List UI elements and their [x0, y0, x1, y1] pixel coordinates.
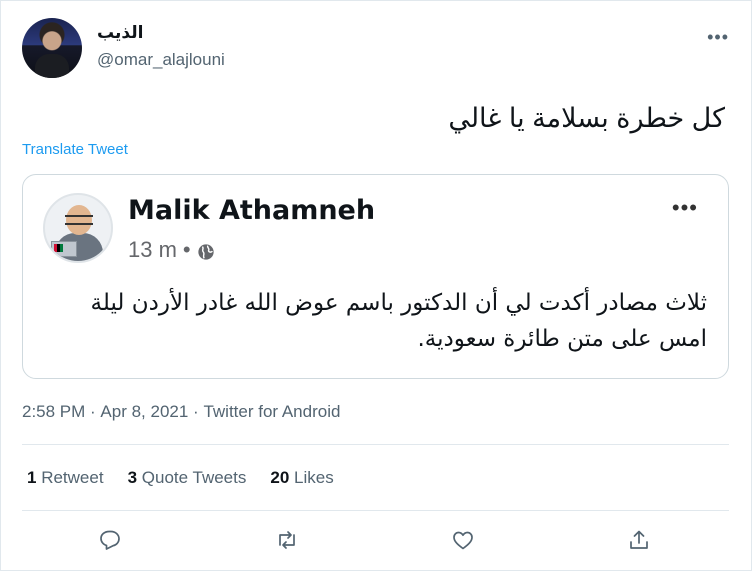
author-avatar[interactable] [22, 18, 82, 78]
likes-stat[interactable]: 20 Likes [270, 468, 333, 488]
tweet-source: Twitter for Android [203, 402, 341, 421]
avatar-glasses [65, 215, 93, 225]
divider [22, 444, 729, 445]
tweet-card: الذيب @omar_alajlouni ••• كل خطرة بسلامة… [0, 0, 752, 571]
quoted-post-text: ثلاث مصادر أكدت لي أن الدكتور باسم عوض ا… [90, 290, 707, 352]
quoted-author-avatar[interactable] [43, 193, 113, 263]
tweet-text: كل خطرة بسلامة يا غالي [448, 103, 725, 133]
meta-separator: • [182, 237, 191, 262]
quoted-post-time[interactable]: 13 m [128, 237, 177, 263]
quote-tweets-label: Quote Tweets [141, 468, 247, 487]
avatar-flag [54, 244, 57, 252]
likes-label: Likes [294, 468, 334, 487]
likes-count: 20 [270, 468, 290, 487]
retweets-count: 1 [27, 468, 37, 487]
author-handle[interactable]: @omar_alajlouni [97, 50, 225, 70]
tweet-time[interactable]: 2:58 PM [22, 402, 85, 422]
quoted-more-options-icon[interactable]: ••• [672, 195, 698, 221]
quoted-author-name[interactable]: Malik Athamneh [128, 195, 375, 226]
retweet-icon[interactable] [270, 523, 304, 557]
timestamp-separator: · [188, 402, 204, 421]
quote-tweets-stat[interactable]: 3 Quote Tweets [128, 468, 247, 488]
retweets-stat[interactable]: 1 Retweet [27, 468, 104, 488]
quote-tweets-count: 3 [127, 468, 138, 487]
share-icon[interactable] [622, 523, 656, 557]
timestamp-separator: · [85, 402, 101, 421]
translate-tweet-link[interactable]: Translate Tweet [22, 141, 128, 158]
reply-icon[interactable] [93, 523, 127, 557]
quoted-post-meta: 13 m • [128, 237, 215, 263]
engagement-stats: 1 Retweet 3 Quote Tweets 20 Likes [27, 468, 334, 488]
retweets-label: Retweet [41, 468, 104, 487]
tweet-date[interactable]: Apr 8, 2021 [100, 402, 188, 422]
more-options-icon[interactable]: ••• [707, 27, 729, 48]
action-bar [1, 523, 753, 557]
globe-icon [197, 241, 215, 260]
divider [22, 510, 729, 511]
quoted-post-card[interactable]: Malik Athamneh 13 m • ••• ثلاث مصادر أكد… [22, 174, 729, 379]
author-display-name[interactable]: الذيب [97, 23, 143, 43]
tweet-timestamp: 2:58 PM · Apr 8, 2021 · Twitter for Andr… [22, 402, 340, 422]
like-icon[interactable] [446, 523, 480, 557]
